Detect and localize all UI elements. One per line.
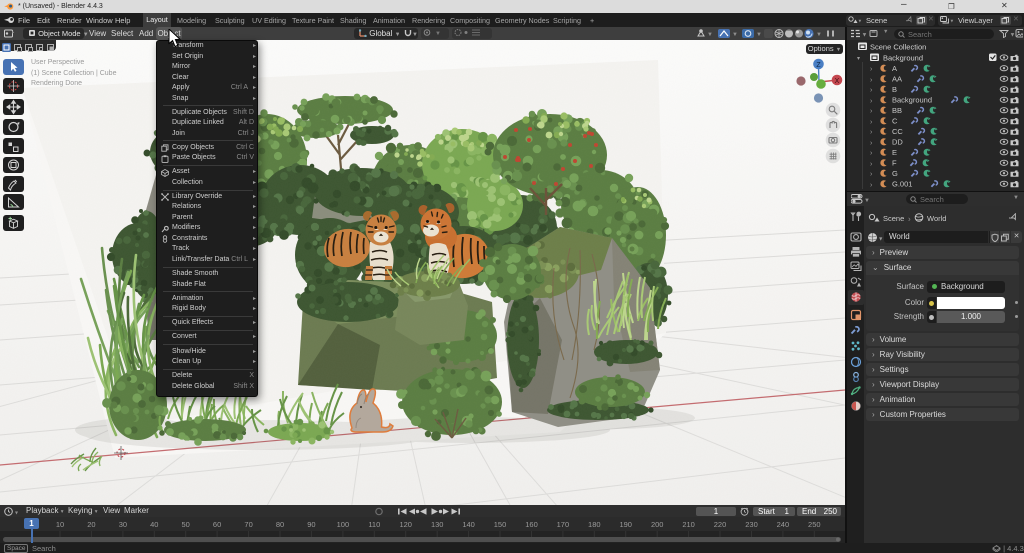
- svg-text:F: F: [892, 159, 897, 168]
- svg-text:›: ›: [908, 215, 911, 224]
- svg-text:80: 80: [276, 520, 284, 529]
- svg-text:Scene: Scene: [883, 214, 904, 223]
- svg-text:120: 120: [399, 520, 412, 529]
- svg-text:190: 190: [619, 520, 632, 529]
- svg-text:240: 240: [777, 520, 790, 529]
- svg-text:90: 90: [307, 520, 315, 529]
- svg-text:110: 110: [368, 520, 380, 529]
- svg-text:G.001: G.001: [892, 180, 912, 189]
- svg-text:180: 180: [588, 520, 601, 529]
- svg-text:▾: ▾: [15, 511, 18, 517]
- svg-text:›: ›: [870, 108, 873, 115]
- svg-text:B: B: [892, 85, 897, 94]
- svg-text:150: 150: [494, 520, 507, 529]
- svg-text:250: 250: [808, 520, 821, 529]
- svg-text:▼: ▼: [1010, 33, 1016, 39]
- svg-text:Scene Collection: Scene Collection: [870, 43, 926, 52]
- svg-text:130: 130: [431, 520, 444, 529]
- svg-text:▾: ▾: [951, 19, 954, 25]
- svg-text:E: E: [892, 148, 897, 157]
- svg-text:›: ›: [870, 87, 873, 94]
- svg-text:DD: DD: [892, 138, 903, 147]
- svg-text:20: 20: [87, 520, 95, 529]
- svg-text:10: 10: [56, 520, 64, 529]
- svg-text:210: 210: [682, 520, 695, 529]
- svg-text:230: 230: [745, 520, 758, 529]
- svg-text:100: 100: [337, 520, 350, 529]
- svg-text:›: ›: [870, 182, 873, 189]
- svg-text:50: 50: [182, 520, 190, 529]
- svg-text:Background: Background: [883, 54, 923, 63]
- svg-text:▼: ▼: [864, 198, 870, 204]
- svg-text:40: 40: [150, 520, 158, 529]
- svg-text:›: ›: [870, 77, 873, 84]
- svg-text:›: ›: [870, 119, 873, 126]
- svg-text:▼: ▼: [862, 33, 868, 39]
- svg-text:▾: ▾: [857, 56, 860, 62]
- svg-text:▼: ▼: [435, 31, 441, 37]
- svg-text:G: G: [892, 169, 898, 178]
- svg-text:C: C: [892, 117, 898, 126]
- svg-text:›: ›: [870, 98, 873, 105]
- svg-text:X: X: [835, 78, 840, 85]
- svg-text:160: 160: [525, 520, 538, 529]
- svg-text:140: 140: [462, 520, 475, 529]
- svg-text:70: 70: [244, 520, 252, 529]
- svg-text:60: 60: [213, 520, 221, 529]
- svg-text:▼: ▼: [707, 32, 713, 38]
- svg-text:▼: ▼: [816, 32, 822, 38]
- svg-text:›: ›: [870, 161, 873, 168]
- svg-text:Z: Z: [816, 62, 821, 69]
- svg-text:CC: CC: [892, 127, 903, 136]
- svg-text:▼: ▼: [878, 237, 883, 243]
- svg-text:A: A: [892, 64, 897, 73]
- svg-text:200: 200: [651, 520, 664, 529]
- svg-text:›: ›: [870, 140, 873, 147]
- svg-text:›: ›: [870, 66, 873, 73]
- svg-text:›: ›: [870, 150, 873, 157]
- svg-text:▼: ▼: [732, 32, 738, 38]
- svg-text:AA: AA: [892, 75, 902, 84]
- svg-text:Background: Background: [892, 96, 932, 105]
- svg-text:220: 220: [714, 520, 727, 529]
- svg-text:30: 30: [119, 520, 127, 529]
- svg-text:›: ›: [870, 129, 873, 136]
- svg-text:›: ›: [870, 171, 873, 178]
- svg-text:World: World: [927, 214, 946, 223]
- svg-text:▼: ▼: [756, 32, 762, 38]
- svg-text:170: 170: [557, 520, 570, 529]
- svg-text:BB: BB: [892, 106, 902, 115]
- svg-text:▾: ▾: [859, 19, 862, 25]
